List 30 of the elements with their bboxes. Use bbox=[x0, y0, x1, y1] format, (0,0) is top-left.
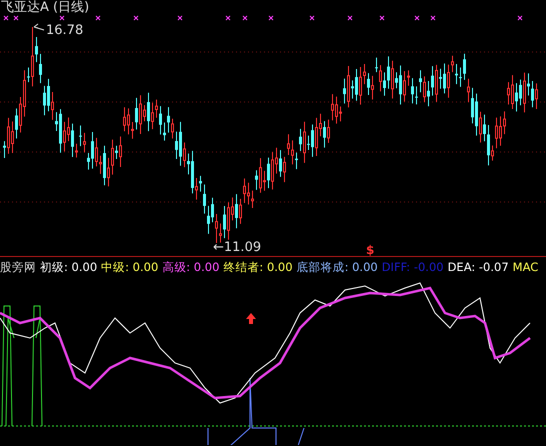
indicator-value: 中级: 0.00 bbox=[101, 259, 158, 276]
cross-icon bbox=[348, 16, 352, 20]
cross-icon bbox=[414, 16, 420, 20]
cross-icon bbox=[134, 16, 138, 20]
cross-icon bbox=[96, 16, 100, 20]
indicator-value: DEA: -0.07 bbox=[448, 259, 509, 276]
indicator-value: 高级: 0.00 bbox=[162, 259, 220, 276]
up-arrow-icon bbox=[246, 313, 256, 324]
indicator-value: 终结者: 0.00 bbox=[223, 259, 293, 276]
cross-icon bbox=[268, 16, 274, 20]
high-price-label: 16.78 bbox=[46, 23, 84, 38]
cross-icon bbox=[518, 16, 522, 20]
cross-icon bbox=[242, 16, 248, 20]
signal-mark: $ bbox=[366, 244, 374, 257]
cross-icon bbox=[4, 16, 8, 20]
cross-icon bbox=[430, 16, 436, 20]
cross-icon bbox=[226, 16, 230, 20]
indicator-name: 股旁网 bbox=[0, 259, 36, 276]
window-title: 飞亚达A (日线) bbox=[1, 0, 90, 16]
indicator-value: DIFF: -0.00 bbox=[382, 259, 444, 276]
indicator-value: 底部将成: 0.00 bbox=[296, 259, 378, 276]
cross-icon bbox=[60, 16, 64, 20]
indicator-value: MAC bbox=[512, 259, 538, 276]
arrow-icon bbox=[34, 24, 44, 30]
cross-icon bbox=[14, 16, 18, 20]
low-price-label: ←11.09 bbox=[213, 240, 262, 255]
cross-icon bbox=[178, 16, 182, 20]
indicator-value: 初级: 0.00 bbox=[40, 259, 98, 276]
cross-icon bbox=[310, 16, 314, 20]
cross-icon bbox=[380, 16, 384, 20]
